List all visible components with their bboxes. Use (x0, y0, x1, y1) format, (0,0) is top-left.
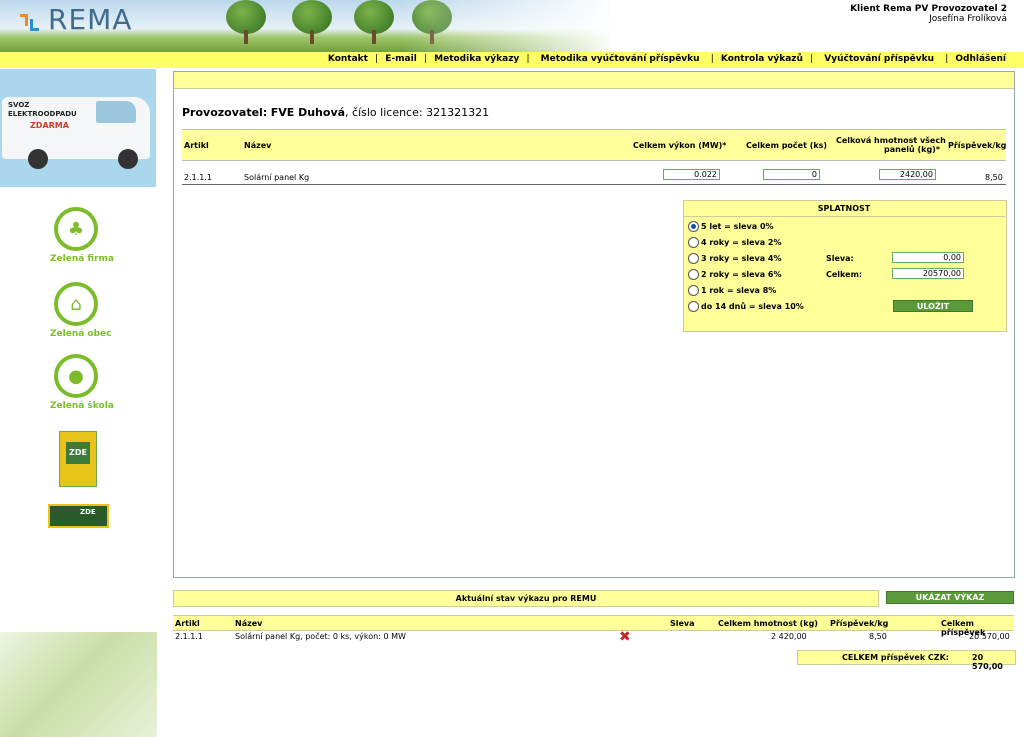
stav-title: Aktuální stav výkazu pro REMU (173, 590, 879, 607)
nav-separator: | (945, 54, 949, 64)
cell-prispevek: 8,50 (985, 173, 1003, 182)
splatnost-title: SPLATNOST (683, 200, 1005, 217)
nav-separator: | (810, 54, 814, 64)
radio-option-5-let[interactable]: 5 let = sleva 0% (688, 221, 774, 232)
radio-button-icon[interactable] (688, 253, 699, 264)
hmotnost-input[interactable]: 2420,00 (879, 169, 936, 180)
van-banner[interactable]: SVOZ ELEKTROODPADU ZDARMA (0, 69, 156, 187)
table-header: Artikl Název Celkem výkon (MW)* Celkem p… (182, 129, 1006, 161)
house-icon: ⌂ (54, 282, 98, 326)
nav-item-metodika-vykazy[interactable]: Metodika výkazy (434, 54, 519, 64)
summary-table-row: 2.1.1.1 Solární panel Kg, počet: 0 ks, v… (173, 629, 1014, 645)
tree-image (354, 0, 394, 46)
provozovatel-label: Provozovatel: (182, 106, 268, 119)
tree-image (226, 0, 266, 46)
battery-banner[interactable]: ZDE (48, 504, 109, 528)
cell-nazev: Solární panel Kg, počet: 0 ks, výkon: 0 … (235, 632, 406, 641)
tree-image (292, 0, 332, 46)
client-name: Klient Rema PV Provozovatel 2 (850, 4, 1007, 14)
owl-icon: ● (54, 354, 98, 398)
delete-icon[interactable]: ✖ (619, 629, 631, 645)
zde-label: ZDE (66, 442, 90, 464)
licence-number: 321321321 (426, 106, 490, 119)
show-report-button[interactable]: UKÁZAT VÝKAZ (886, 591, 1014, 604)
col-celkem-pocet: Celkem počet (ks) (746, 141, 828, 150)
radio-option-2-roky[interactable]: 2 roky = sleva 6% (688, 269, 782, 280)
col-artikl: Artikl (184, 141, 209, 150)
table-row: 2.1.1.1 Solární panel Kg 0.022 0 2420,00… (182, 168, 1006, 185)
radio-button-icon[interactable] (688, 269, 699, 280)
col-sleva: Sleva (670, 619, 695, 628)
logo-text[interactable]: REMA (48, 3, 132, 36)
nav-item-vyuctovani[interactable]: Vyúčtování příspěvku (824, 54, 934, 64)
col-celkem-hmotnost: Celkem hmotnost (kg) (718, 619, 818, 628)
cell-celkem: 20 570,00 (969, 632, 1010, 641)
sleva-field[interactable]: 0,00 (892, 252, 964, 263)
summary-table-header: Artikl Název Sleva Celkem hmotnost (kg) … (173, 615, 1014, 637)
total-bar: CELKEM příspěvek CZK: 20 570,00 (797, 650, 1016, 671)
radio-button-icon[interactable] (688, 237, 699, 248)
save-button[interactable]: ULOŽIT (893, 300, 973, 312)
col-prispevek: Příspěvek/kg (948, 141, 1007, 150)
col-nazev: Název (244, 141, 272, 150)
celkem-field[interactable]: 20570,00 (892, 268, 964, 279)
nav-separator: | (710, 54, 714, 64)
nav-item-email[interactable]: E-mail (385, 54, 417, 64)
nav-separator: | (526, 54, 530, 64)
wheel-icon (28, 149, 48, 169)
col-celkova-hmotnost: panelů (kg)* (884, 145, 941, 154)
recycle-bin-banner[interactable]: ZDE (59, 431, 97, 487)
col-celkem-vykon: Celkem výkon (MW)* (633, 141, 727, 150)
zelena-skola-link[interactable]: ● Zelená škola (50, 354, 114, 411)
col-prispevek-kg: Příspěvek/kg (830, 619, 889, 628)
zelena-obec-label: Zelená obec (50, 329, 112, 339)
zde-label: ZDE (80, 508, 96, 516)
leaf-decoration (0, 632, 157, 737)
van-text: ZDARMA (30, 121, 69, 130)
rema-logo-icon (20, 14, 39, 31)
cell-hmotnost: 2 420,00 (771, 632, 807, 641)
radio-button-icon[interactable] (688, 285, 699, 296)
wheel-icon (118, 149, 138, 169)
radio-button-icon[interactable] (688, 221, 699, 232)
nav-item-kontakt[interactable]: Kontakt (328, 54, 368, 64)
radio-option-1-rok[interactable]: 1 rok = sleva 8% (688, 285, 776, 296)
nav-item-metodika-vyuctovani[interactable]: Metodika vyúčtování příspěvku (541, 54, 700, 64)
provozovatel-title: Provozovatel: FVE Duhová, číslo licence:… (182, 106, 489, 119)
vykon-input[interactable]: 0.022 (663, 169, 720, 180)
nav-item-odhlaseni[interactable]: Odhlášení (955, 54, 1006, 64)
zelena-firma-link[interactable]: ♣ Zelená firma (50, 207, 114, 264)
cell-artikl: 2.1.1.1 (184, 173, 212, 182)
zelena-firma-label: Zelená firma (50, 254, 114, 264)
nav-separator: | (375, 54, 379, 64)
col-artikl: Artikl (175, 619, 200, 628)
radio-option-3-roky[interactable]: 3 roky = sleva 4% (688, 253, 782, 264)
radio-button-icon[interactable] (688, 301, 699, 312)
main-panel-header (174, 72, 1014, 89)
client-user: Josefína Frolíková (929, 14, 1007, 24)
nav-item-kontrola-vykazu[interactable]: Kontrola výkazů (721, 54, 803, 64)
cell-nazev: Solární panel Kg (244, 173, 310, 182)
celkem-label: Celkem: (826, 270, 863, 279)
splatnost-box (683, 200, 1007, 332)
col-celkova-hmotnost: Celková hmotnost všech (836, 136, 946, 145)
pocet-input[interactable]: 0 (763, 169, 820, 180)
cell-artikl: 2.1.1.1 (175, 632, 203, 641)
total-label: CELKEM příspěvek CZK: (842, 653, 949, 662)
radio-option-14-dnu[interactable]: do 14 dnů = sleva 10% (688, 301, 804, 312)
van-text: ELEKTROODPADU (8, 110, 77, 118)
provozovatel-name: FVE Duhová (270, 106, 346, 119)
sleva-label: Sleva: (826, 254, 854, 263)
nav-separator: | (423, 54, 427, 64)
licence-label: , číslo licence: (345, 106, 423, 119)
tree-icon: ♣ (54, 207, 98, 251)
col-nazev: Název (235, 619, 263, 628)
zelena-obec-link[interactable]: ⌂ Zelená obec (50, 282, 112, 339)
nav-menu: Kontakt | E-mail | Metodika výkazy | Met… (326, 54, 1008, 64)
cell-prispevek: 8,50 (869, 632, 887, 641)
total-value: 20 570,00 (972, 653, 1003, 671)
zelena-skola-label: Zelená škola (50, 401, 114, 411)
van-text: SVOZ (8, 101, 30, 109)
radio-option-4-roky[interactable]: 4 roky = sleva 2% (688, 237, 782, 248)
